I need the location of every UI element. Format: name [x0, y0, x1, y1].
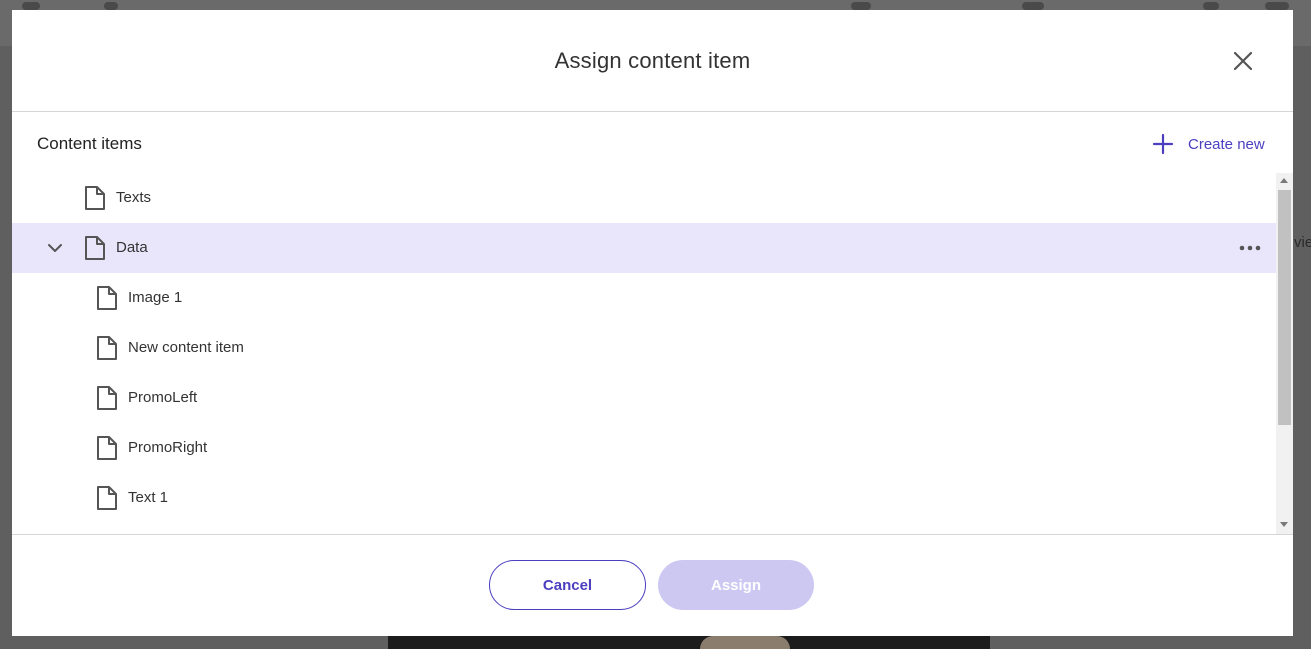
dialog-header: Assign content item	[12, 10, 1293, 112]
background-icon	[1265, 2, 1289, 10]
create-new-button[interactable]: Create new	[1152, 132, 1265, 156]
tree-item-label: New content item	[128, 339, 244, 356]
tree-item-label: Text 1	[128, 489, 169, 506]
tree-item-promoright[interactable]: PromoRight	[12, 423, 1276, 473]
assign-button[interactable]: Assign	[658, 560, 814, 610]
tree-item-label: Data	[116, 239, 148, 256]
document-icon	[97, 336, 117, 360]
tree-item-label: Image 1	[128, 289, 183, 306]
dialog-footer: Cancel Assign	[12, 534, 1293, 637]
document-icon	[97, 286, 117, 310]
plus-icon	[1152, 133, 1174, 155]
cancel-button[interactable]: Cancel	[489, 560, 646, 610]
content-items-tree: Texts Data Image 1 New content item Prom…	[12, 173, 1276, 534]
document-icon	[97, 486, 117, 510]
dialog-title: Assign content item	[554, 48, 751, 73]
assign-content-item-dialog: Assign content item Content items Create…	[12, 10, 1293, 636]
document-icon	[85, 236, 105, 260]
background-icon	[1022, 2, 1044, 10]
document-icon	[97, 436, 117, 460]
section-title: Content items	[37, 134, 142, 153]
background-icon	[1203, 2, 1219, 10]
tree-scrollbar[interactable]	[1276, 173, 1293, 534]
background-image-detail	[700, 636, 790, 649]
create-new-label: Create new	[1188, 135, 1265, 153]
close-button[interactable]	[1230, 48, 1256, 74]
tree-item-data[interactable]: Data	[12, 223, 1276, 273]
tree-item-text-1[interactable]: Text 1	[12, 473, 1276, 523]
tree-item-promoleft[interactable]: PromoLeft	[12, 373, 1276, 423]
document-icon	[97, 386, 117, 410]
background-image	[388, 636, 990, 649]
tree-item-label: PromoLeft	[128, 389, 198, 406]
background-icon	[104, 2, 118, 10]
scrollbar-thumb[interactable]	[1278, 190, 1291, 425]
scroll-down-arrow-icon[interactable]	[1280, 522, 1288, 527]
tree-item-label: Texts	[116, 189, 152, 206]
tree-item-image-1[interactable]: Image 1	[12, 273, 1276, 323]
more-horizontal-icon[interactable]	[1239, 242, 1261, 254]
close-icon	[1233, 51, 1253, 71]
tree-item-texts[interactable]: Texts	[12, 173, 1276, 223]
background-icon	[22, 2, 40, 10]
background-side-text: vie	[1294, 234, 1311, 251]
tree-item-new-content-item[interactable]: New content item	[12, 323, 1276, 373]
tree-item-label: PromoRight	[128, 439, 208, 456]
background-icon	[851, 2, 871, 10]
chevron-down-icon[interactable]	[46, 240, 64, 256]
document-icon	[85, 186, 105, 210]
scroll-up-arrow-icon[interactable]	[1280, 178, 1288, 183]
